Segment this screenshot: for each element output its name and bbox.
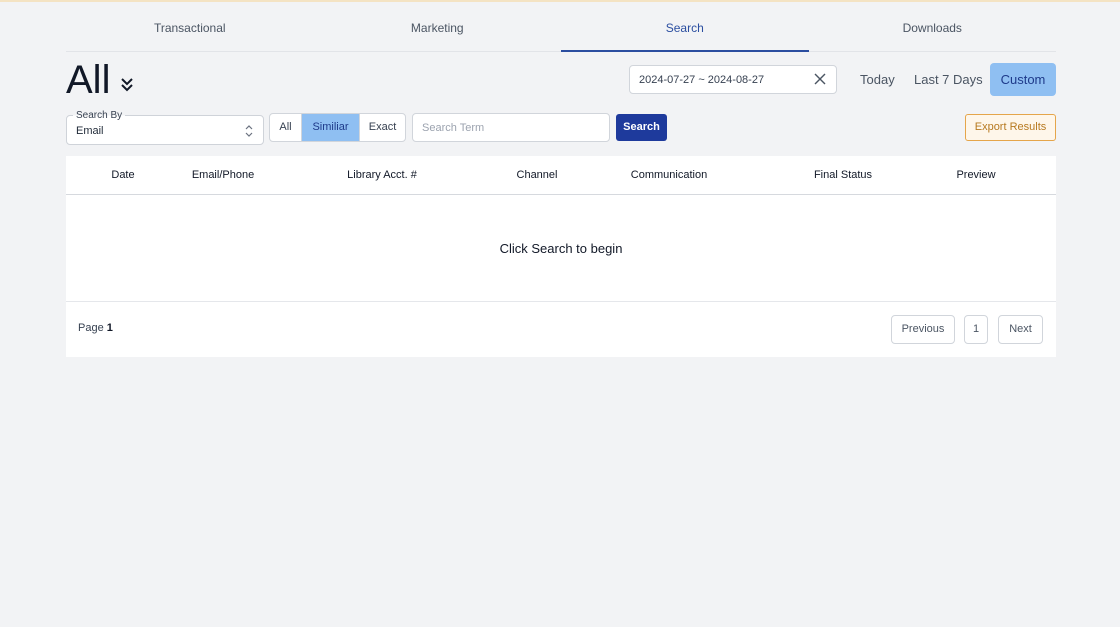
close-icon[interactable] [814,73,826,85]
previous-page-button[interactable]: Previous [891,315,955,344]
empty-state-message: Click Search to begin [66,195,1056,302]
search-by-select[interactable]: Search By Email [66,110,264,145]
table-footer: Page 1 Previous 1 Next [66,302,1056,357]
date-range-picker[interactable]: 2024-07-27 ~ 2024-08-27 [629,65,837,94]
tab-downloads[interactable]: Downloads [809,10,1057,51]
column-header-channel[interactable]: Channel [517,156,558,194]
search-term-input[interactable] [412,113,610,142]
match-similar-button[interactable]: Similiar [302,114,360,141]
column-header-date[interactable]: Date [111,156,134,194]
page-indicator: Page 1 [78,322,113,334]
page-heading: All [66,58,134,102]
column-header-preview[interactable]: Preview [956,156,995,194]
search-by-value: Email [76,125,104,137]
today-button[interactable]: Today [860,63,895,96]
column-header-communication[interactable]: Communication [631,156,707,194]
select-arrows-icon [245,125,253,137]
table-header: Date Email/Phone Library Acct. # Channel… [66,156,1056,195]
page-1-button[interactable]: 1 [964,315,988,344]
column-header-library-acct[interactable]: Library Acct. # [347,156,417,194]
page-title: All [66,58,111,102]
export-results-button[interactable]: Export Results [965,114,1056,141]
tab-search[interactable]: Search [561,10,809,52]
column-header-email-phone[interactable]: Email/Phone [192,156,254,194]
custom-range-button[interactable]: Custom [990,63,1056,96]
search-button[interactable]: Search [616,114,667,141]
last-7-days-button[interactable]: Last 7 Days [914,63,983,96]
next-page-button[interactable]: Next [998,315,1043,344]
column-header-final-status[interactable]: Final Status [814,156,872,194]
date-range-value: 2024-07-27 ~ 2024-08-27 [639,73,765,86]
page-label-text: Page [78,322,104,334]
tab-marketing[interactable]: Marketing [314,10,562,51]
search-by-label: Search By [73,110,126,121]
double-chevron-down-icon[interactable] [120,76,134,94]
results-table: Date Email/Phone Library Acct. # Channel… [66,156,1056,357]
match-all-button[interactable]: All [270,114,302,141]
match-exact-button[interactable]: Exact [360,114,405,141]
current-page-number: 1 [106,322,113,334]
tab-transactional[interactable]: Transactional [66,10,314,51]
top-tabs: Transactional Marketing Search Downloads [66,10,1056,52]
match-mode-toggle: All Similiar Exact [269,113,406,142]
